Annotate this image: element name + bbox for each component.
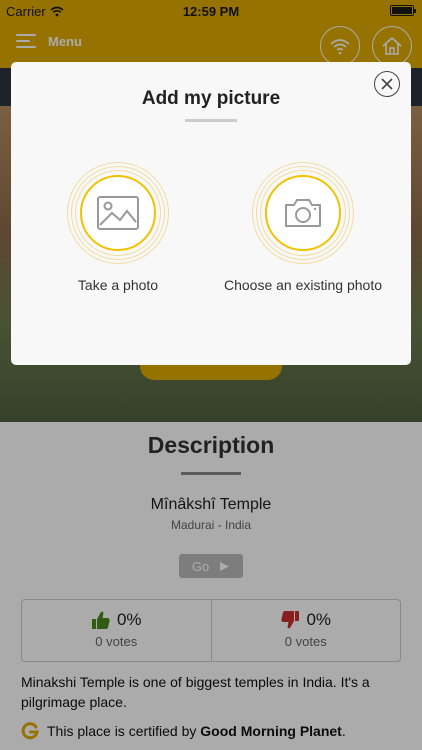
camera-icon: [285, 199, 321, 227]
close-icon: [381, 78, 393, 90]
modal-title-underline: [185, 119, 237, 122]
modal-title: Add my picture: [141, 88, 281, 109]
camera-icon-button[interactable]: [265, 175, 341, 251]
add-picture-modal: Add my picture Take a photo Choose an ex…: [11, 62, 411, 365]
take-photo-option[interactable]: Take a photo: [38, 162, 198, 296]
close-button[interactable]: [374, 71, 400, 97]
choose-existing-label: Choose an existing photo: [224, 277, 382, 293]
image-icon-button[interactable]: [80, 175, 156, 251]
take-photo-label: Take a photo: [77, 277, 159, 293]
image-icon: [97, 196, 139, 230]
choose-existing-option[interactable]: Choose an existing photo: [223, 162, 383, 296]
